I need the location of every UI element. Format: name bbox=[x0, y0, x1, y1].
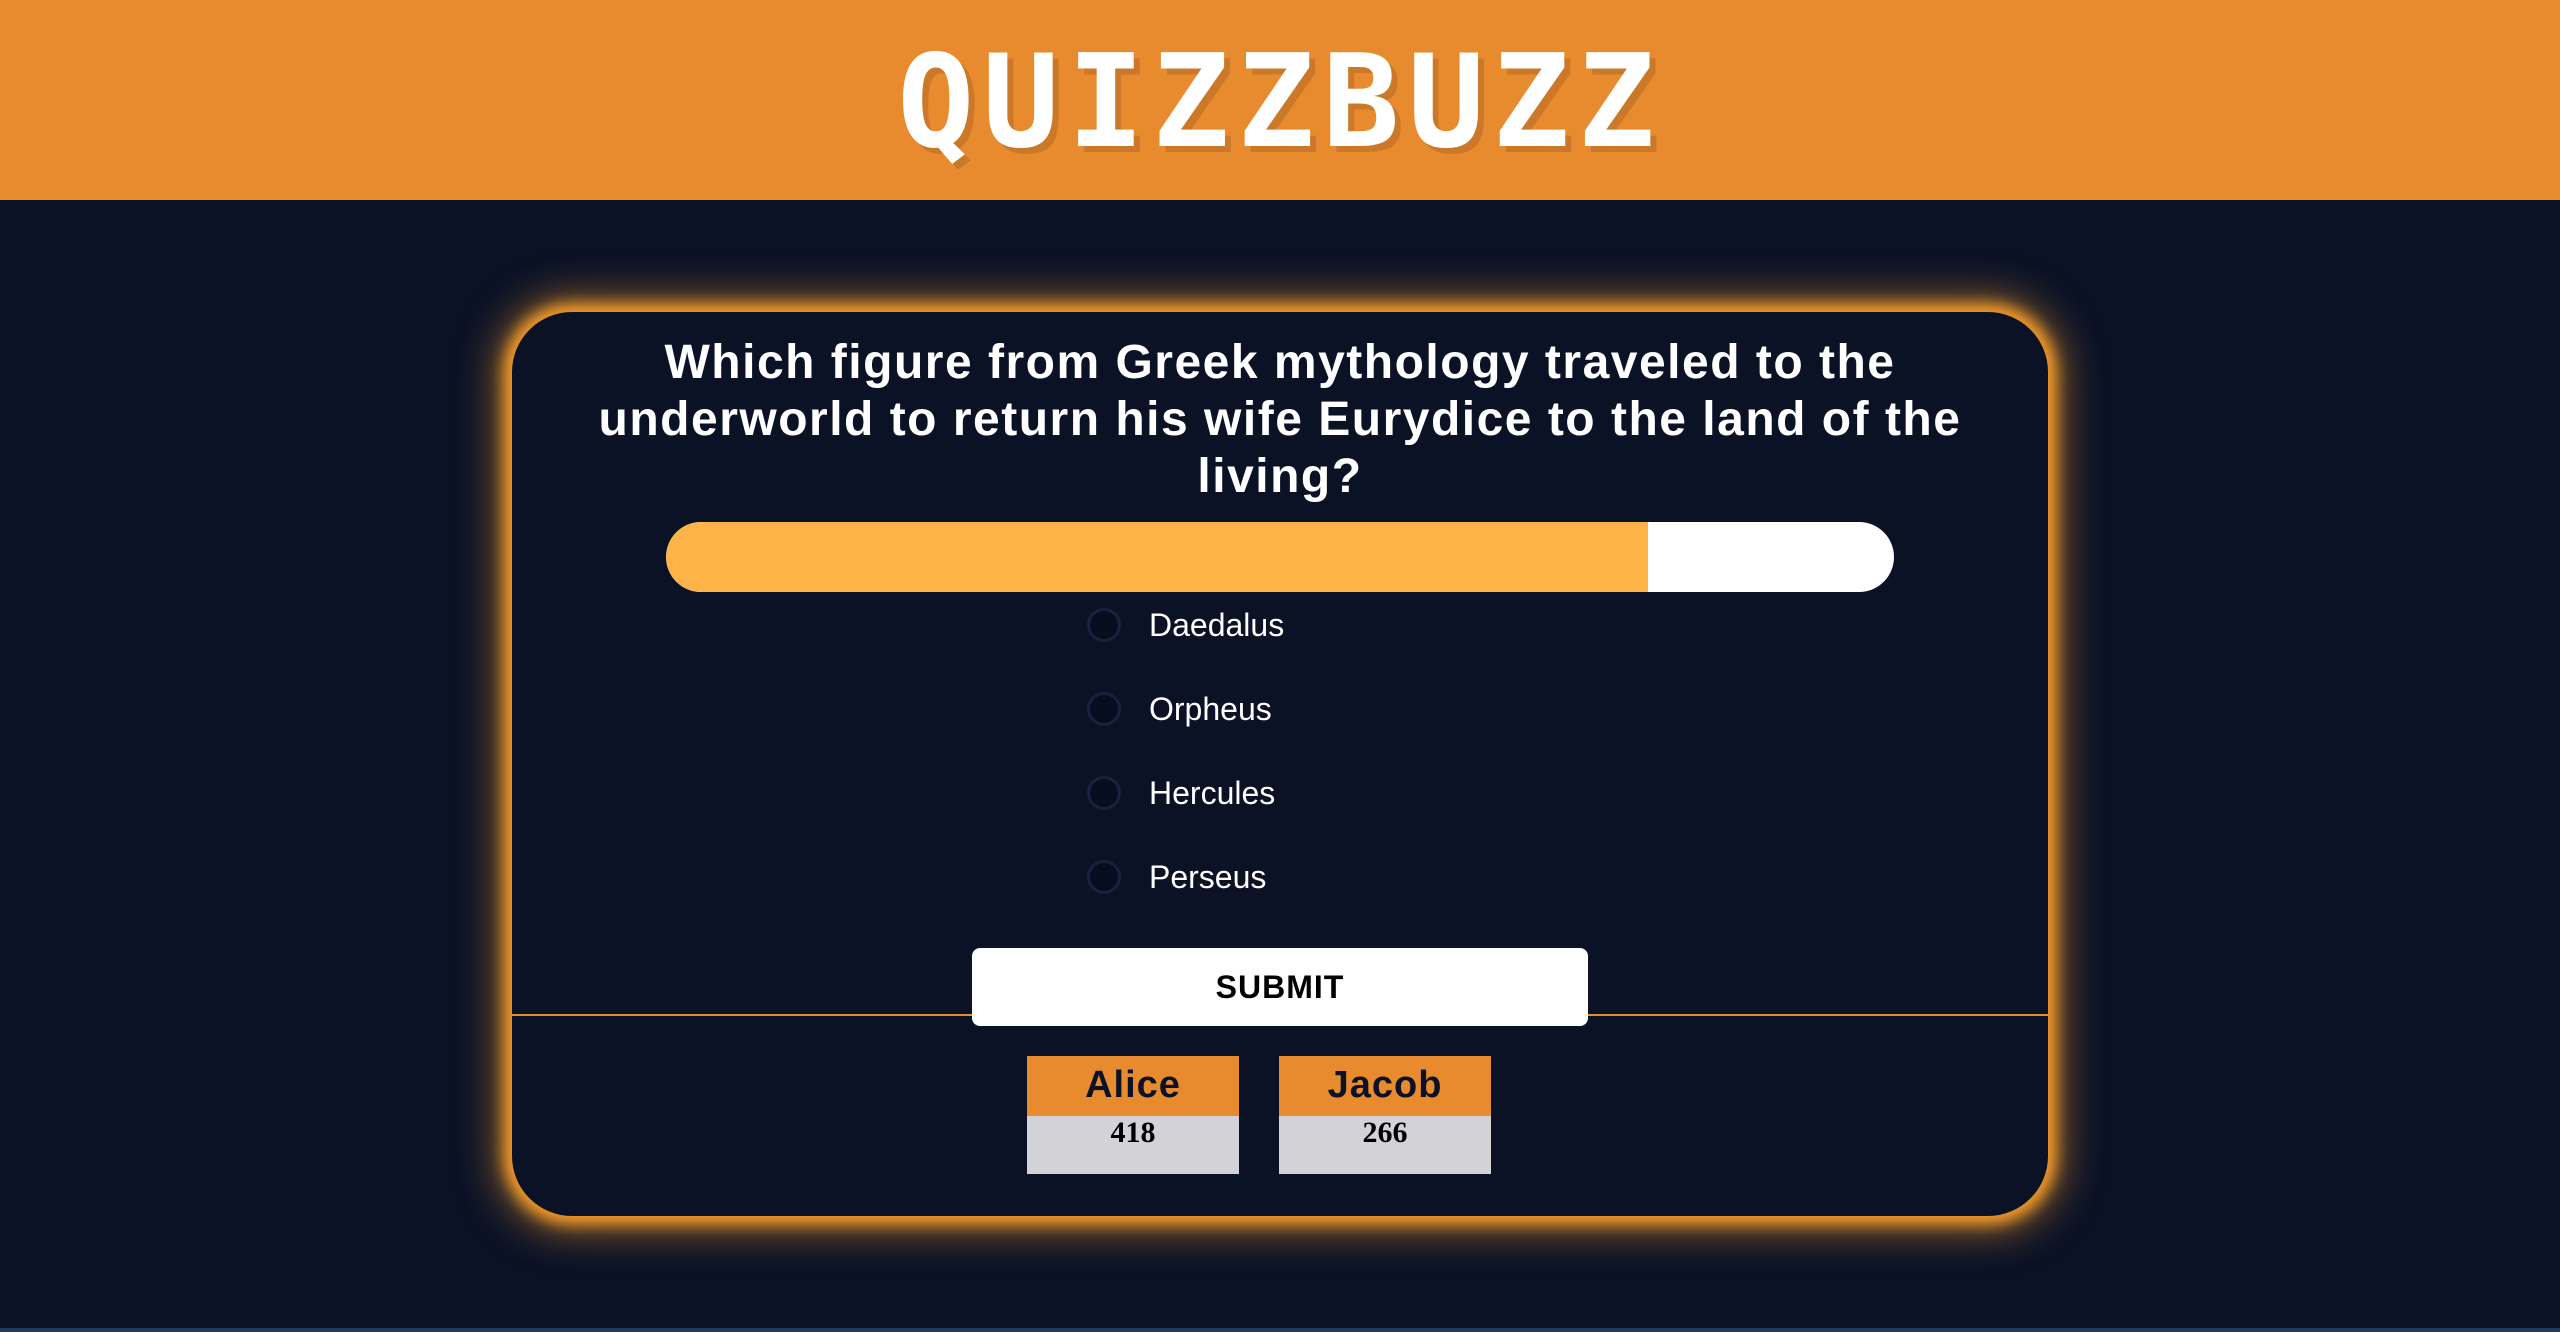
quiz-page: QUIZZBUZZ Which figure from Greek mythol… bbox=[0, 0, 2560, 1332]
player-name: Jacob bbox=[1279, 1056, 1491, 1116]
radio-button[interactable] bbox=[1087, 860, 1121, 894]
answer-options: Daedalus Orpheus Hercules Perseus bbox=[1087, 604, 1284, 940]
player-score-card: Jacob 266 bbox=[1279, 1056, 1491, 1174]
question-card: Which figure from Greek mythology travel… bbox=[512, 312, 2048, 1216]
player-score-card: Alice 418 bbox=[1027, 1056, 1239, 1174]
timer-progress-fill bbox=[666, 522, 1649, 592]
player-name: Alice bbox=[1027, 1056, 1239, 1116]
answer-option-orpheus[interactable]: Orpheus bbox=[1087, 688, 1284, 730]
submit-button[interactable]: SUBMIT bbox=[972, 948, 1588, 1026]
question-text: Which figure from Greek mythology travel… bbox=[598, 336, 1962, 503]
app-logo: QUIZZBUZZ bbox=[897, 28, 1663, 177]
answer-option-label: Hercules bbox=[1149, 774, 1276, 811]
player-score: 266 bbox=[1279, 1116, 1491, 1174]
answer-option-hercules[interactable]: Hercules bbox=[1087, 772, 1284, 814]
header-bar: QUIZZBUZZ bbox=[0, 0, 2560, 200]
scoreboard: Alice 418 Jacob 266 bbox=[1027, 1056, 1491, 1174]
radio-button[interactable] bbox=[1087, 776, 1121, 810]
radio-button[interactable] bbox=[1087, 608, 1121, 642]
answer-option-perseus[interactable]: Perseus bbox=[1087, 856, 1284, 898]
answer-option-label: Daedalus bbox=[1149, 606, 1285, 643]
page-bottom-edge bbox=[0, 1328, 2560, 1332]
timer-progress-bar bbox=[666, 522, 1894, 592]
player-score: 418 bbox=[1027, 1116, 1239, 1174]
answer-option-daedalus[interactable]: Daedalus bbox=[1087, 604, 1284, 646]
radio-button[interactable] bbox=[1087, 692, 1121, 726]
answer-option-label: Perseus bbox=[1149, 858, 1267, 895]
answer-option-label: Orpheus bbox=[1149, 690, 1272, 727]
